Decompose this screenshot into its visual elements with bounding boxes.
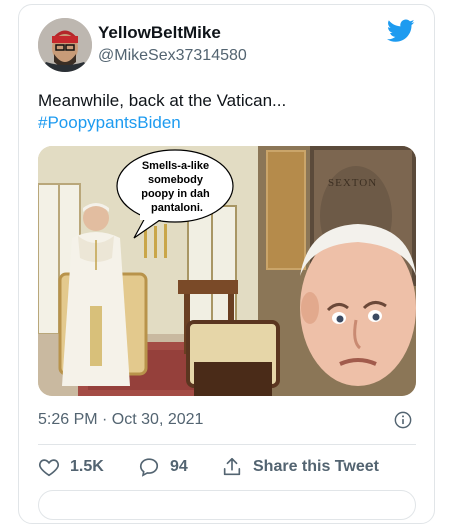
avatar-image [38, 18, 92, 72]
speech-line-2: somebody [148, 174, 204, 186]
reply-button[interactable]: 94 [138, 455, 188, 479]
tweet-text: Meanwhile, back at the Vatican... [38, 91, 287, 110]
painting-caption: SEXTON [328, 177, 377, 189]
tweet-timestamp[interactable]: 5:26 PM · Oct 30, 2021 [38, 411, 203, 429]
like-count: 1.5K [70, 458, 104, 475]
heart-icon [39, 459, 59, 477]
read-replies-button[interactable] [38, 490, 416, 520]
twitter-bird-icon[interactable] [387, 19, 415, 43]
share-label: Share this Tweet [253, 458, 379, 475]
media-image: SEXTON Smells-a-like somebody poopy in d… [38, 146, 416, 396]
reply-bubble-icon [139, 458, 159, 477]
speech-line-1: Smells-a-like [142, 160, 209, 172]
hashtag-link[interactable]: #PoopypantsBiden [38, 113, 181, 133]
avatar[interactable] [38, 18, 92, 72]
share-icon [223, 457, 241, 476]
tweet-media[interactable]: SEXTON Smells-a-like somebody poopy in d… [38, 146, 416, 396]
speech-line-4: pantaloni. [151, 202, 203, 214]
speech-line-3: poopy in dah [141, 188, 210, 200]
like-button[interactable]: 1.5K [38, 455, 104, 479]
share-button[interactable]: Share this Tweet [221, 455, 379, 479]
author-name[interactable]: YellowBeltMike [98, 23, 221, 43]
reply-count: 94 [170, 458, 188, 475]
info-icon[interactable] [394, 411, 412, 429]
divider [38, 444, 416, 445]
author-handle[interactable]: @MikeSex37314580 [98, 47, 247, 65]
